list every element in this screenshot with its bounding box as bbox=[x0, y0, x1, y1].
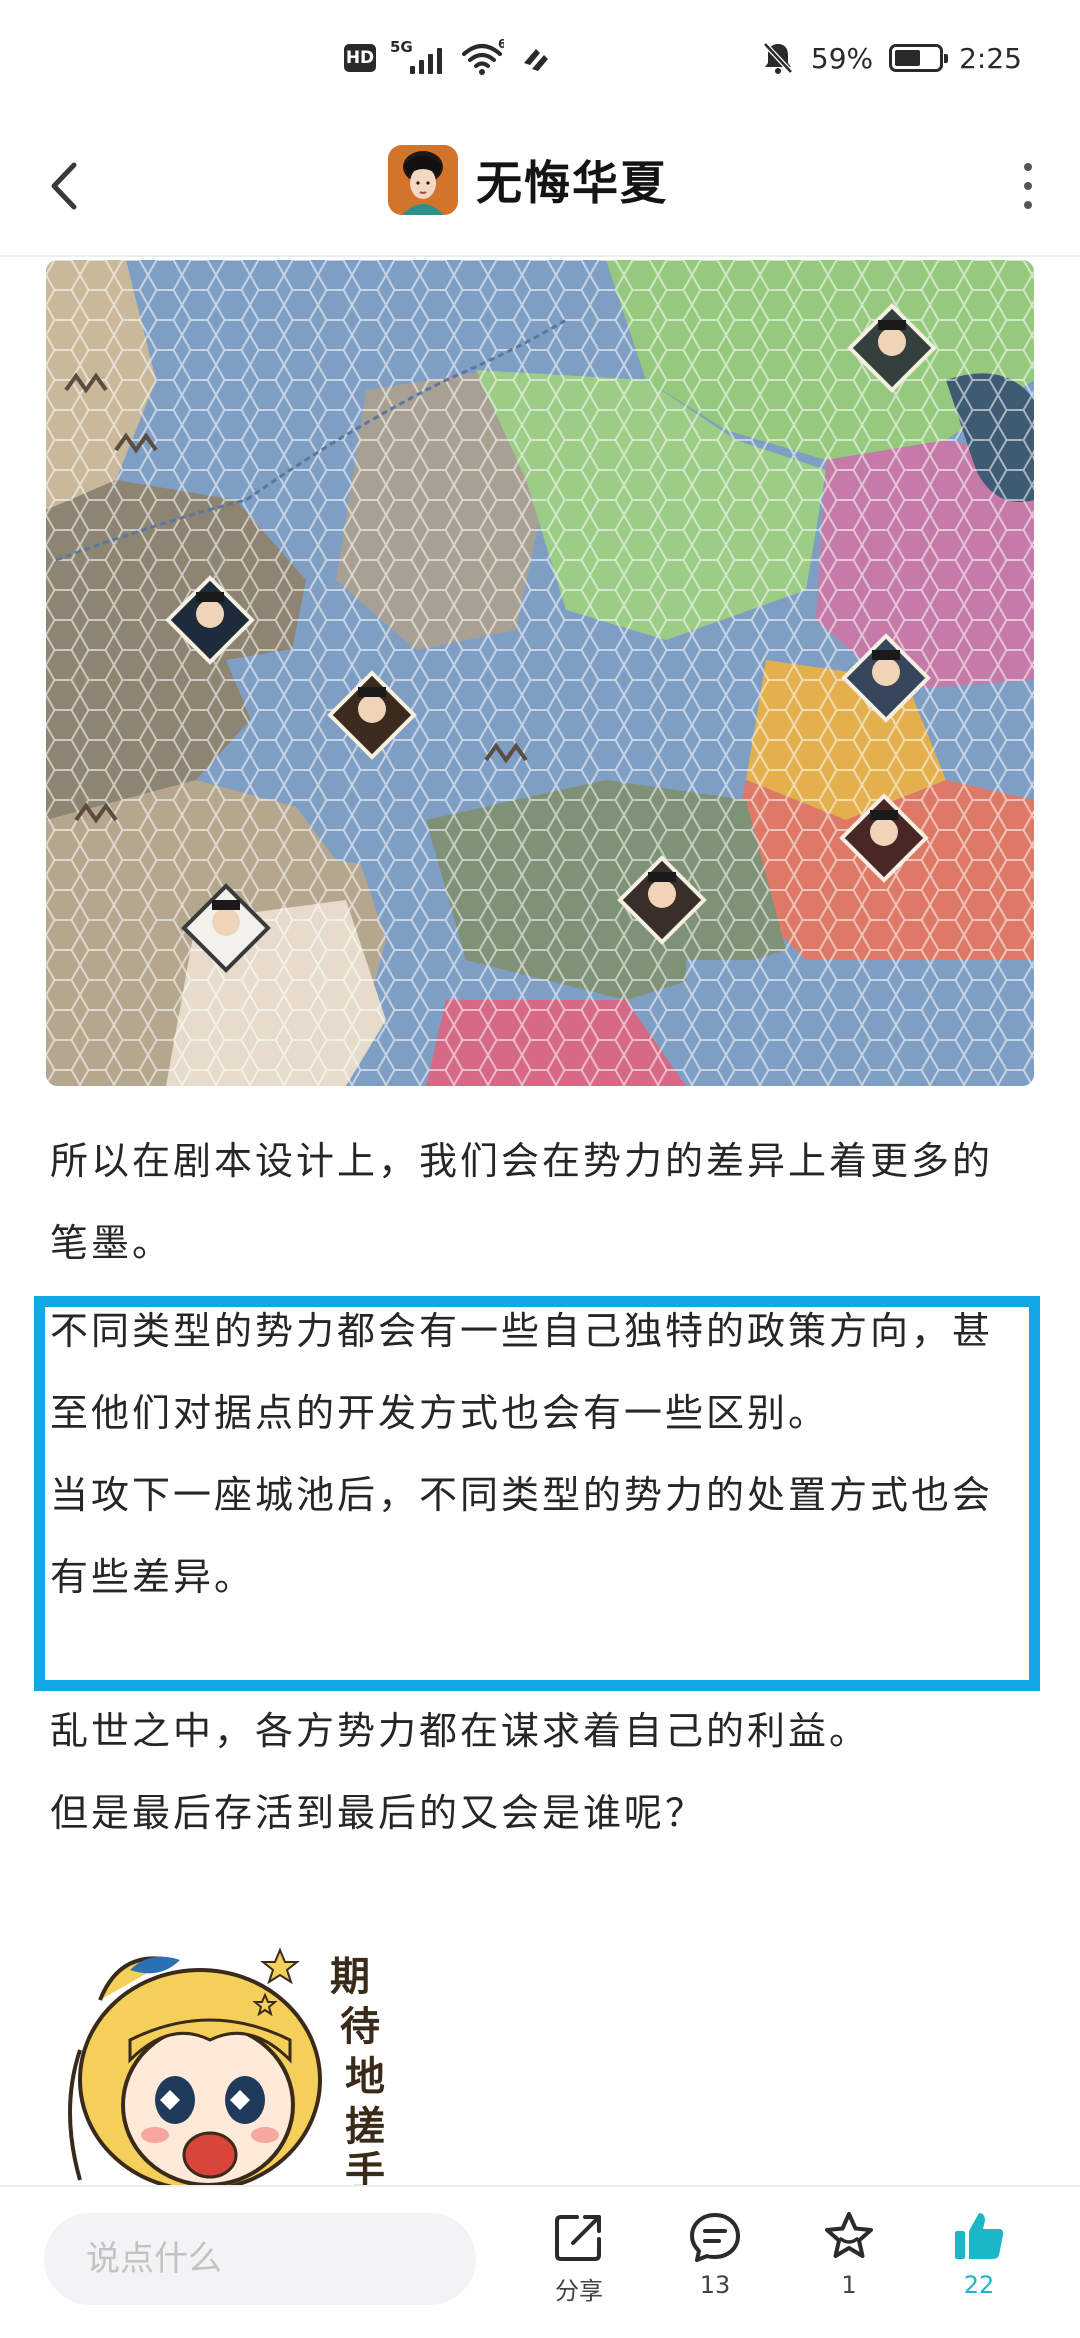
highlighted-paragraph: 不同类型的势力都会有一些自己独特的政策方向，甚至他们对据点的开发方式也会有一些区… bbox=[50, 1309, 994, 1435]
game-avatar-icon[interactable] bbox=[388, 145, 458, 215]
wifi-gen-label: 6 bbox=[498, 38, 504, 51]
wifi-icon: 6 bbox=[460, 37, 506, 78]
cellular-signal-icon: 5G bbox=[390, 38, 446, 78]
comment-placeholder: 说点什么 bbox=[86, 2239, 222, 2279]
article-paragraph: 所以在剧本设计上，我们会在势力的差异上着更多的笔墨。 bbox=[50, 1139, 994, 1265]
battery-fill bbox=[895, 50, 921, 66]
bottom-action-bar: 说点什么 分享 13 1 22 bbox=[0, 2185, 1080, 2338]
comments-button[interactable]: 13 bbox=[665, 2209, 765, 2299]
more-dot-icon bbox=[1024, 201, 1032, 209]
page-title: 无悔华夏 bbox=[476, 156, 668, 210]
favorite-count: 1 bbox=[841, 2271, 857, 2299]
app-header: 无悔华夏 bbox=[0, 115, 1080, 257]
highlighted-block: 不同类型的势力都会有一些自己独特的政策方向，甚至他们对据点的开发方式也会有一些区… bbox=[50, 1290, 1030, 1618]
like-count: 22 bbox=[963, 2271, 995, 2299]
like-button[interactable]: 22 bbox=[929, 2209, 1029, 2299]
star-icon bbox=[825, 2212, 873, 2258]
more-dot-icon bbox=[1024, 163, 1032, 171]
huawei-share-icon bbox=[518, 41, 552, 75]
status-left: HD 5G 6 bbox=[344, 36, 552, 80]
emoji-sticker-image: 期 待 地 搓 手 bbox=[60, 1930, 420, 2185]
article-paragraph: 乱世之中，各方势力都在谋求着自己的利益。 bbox=[50, 1709, 871, 1753]
status-right: 59% 2:25 bbox=[761, 36, 1022, 80]
comment-count: 13 bbox=[699, 2271, 731, 2299]
favorite-button[interactable]: 1 bbox=[799, 2209, 899, 2299]
chevron-left-icon bbox=[51, 162, 77, 210]
game-map-image[interactable] bbox=[46, 260, 1034, 1086]
comment-input[interactable]: 说点什么 bbox=[44, 2213, 476, 2305]
status-bar: HD 5G 6 59% 2:25 bbox=[0, 0, 1080, 115]
thumbs-up-icon bbox=[955, 2213, 1004, 2259]
battery-icon bbox=[889, 44, 949, 72]
more-options-button[interactable] bbox=[1016, 163, 1040, 209]
battery-percent: 59% bbox=[810, 41, 874, 75]
article-conclusion: 乱世之中，各方势力都在谋求着自己的利益。 但是最后存活到最后的又会是谁呢？ bbox=[50, 1690, 1030, 1854]
page: HD 5G 6 59% 2:25 无悔华夏 所以在剧本设计上，我们会在势力的差异… bbox=[0, 0, 1080, 2338]
clock: 2:25 bbox=[959, 41, 1022, 75]
share-icon bbox=[555, 2215, 601, 2261]
header-title-group: 无悔华夏 bbox=[388, 145, 668, 215]
more-dot-icon bbox=[1024, 182, 1032, 190]
muted-bell-icon bbox=[761, 40, 795, 76]
article-paragraph: 但是最后存活到最后的又会是谁呢？ bbox=[50, 1791, 707, 1835]
hd-badge: HD bbox=[344, 44, 376, 72]
highlighted-paragraph: 当攻下一座城池后，不同类型的势力的处置方式也会有些差异。 bbox=[50, 1473, 994, 1599]
back-button[interactable] bbox=[40, 155, 86, 217]
comment-icon bbox=[690, 2213, 740, 2262]
share-button[interactable]: 分享 bbox=[529, 2209, 629, 2306]
sticker-caption: 期 待 地 搓 手 bbox=[330, 1953, 399, 2185]
share-label: 分享 bbox=[555, 2277, 603, 2305]
